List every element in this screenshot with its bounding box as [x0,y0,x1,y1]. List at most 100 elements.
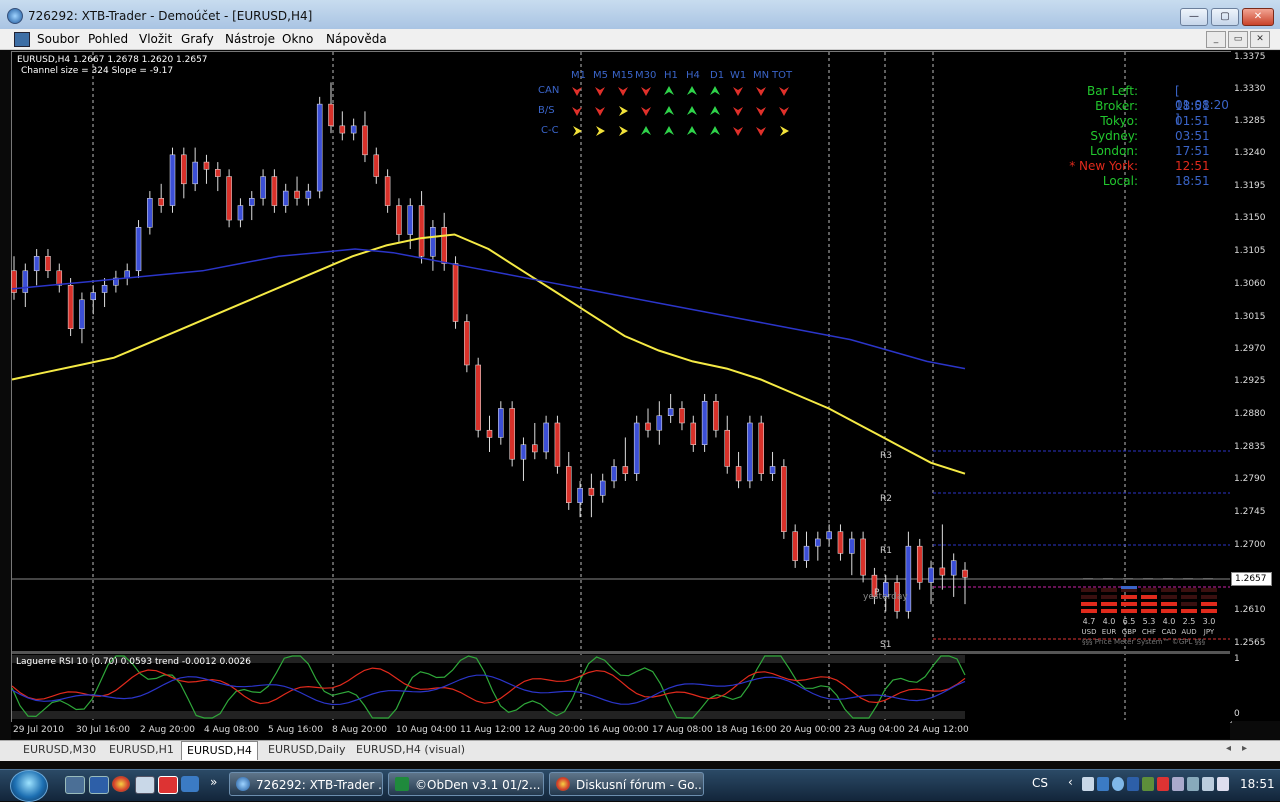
candle-body [701,400,708,445]
save-icon[interactable] [135,776,155,794]
candle-body [916,545,923,583]
clock-label-sydney: Sydney: [1090,129,1138,143]
candle-body [939,567,946,576]
time-tick: 4 Aug 08:00 [204,725,259,735]
meter-value-aud: 2.5 [1182,617,1196,626]
tray-icon-volume[interactable] [1217,777,1229,791]
candle-body [418,205,425,257]
price-tick: 1.2880 [1234,409,1266,419]
rsi-line-blue [11,674,966,706]
tray-icon-display[interactable] [1187,777,1199,791]
tf-header-h4: H4 [686,70,700,81]
tab-eurusd-m30[interactable]: EURUSD,M30 [18,743,101,758]
candle-body [611,466,617,482]
tf-arrow-flat-icon [619,106,628,116]
candle-body [815,538,821,547]
meter-bar [1161,609,1177,613]
taskbar-clock[interactable]: 18:51 [1240,777,1275,791]
explorer-icon[interactable] [89,776,109,794]
meter-bar [1141,588,1157,592]
tray-icon-network[interactable] [1097,777,1109,791]
candle-body [316,103,323,192]
tf-arrow-flat-icon [780,126,789,136]
show-desktop-icon[interactable] [65,776,85,794]
tab-eurusd-h1[interactable]: EURUSD,H1 [104,743,179,758]
price-tick: 1.3375 [1234,52,1266,62]
app-quicklaunch-icon[interactable] [158,776,178,794]
rsi-lower-band [12,711,965,719]
language-indicator[interactable]: CS [1032,776,1048,790]
price-tick: 1.2745 [1234,507,1266,517]
candle-body [622,466,629,474]
tray-icon-messenger[interactable] [1127,777,1139,791]
tf-arrow-flat-icon [573,126,582,136]
tf-arrow-down-icon [756,87,766,96]
ie-icon[interactable] [181,776,199,792]
candle-body [294,190,300,199]
quicklaunch-more[interactable]: » [210,775,217,789]
meter-bar [1201,588,1217,592]
tray-icon-save[interactable] [1082,777,1094,791]
tf-row-label-cc: C-C [541,125,559,136]
time-tick: 10 Aug 04:00 [396,725,457,735]
candle-body [203,161,210,170]
meter-value-chf: 5.3 [1142,617,1156,626]
current-price-label: 1.2657 [1231,572,1272,586]
time-tick: 8 Aug 20:00 [332,725,387,735]
tf-arrow-down-icon [595,107,605,116]
time-tick: 24 Aug 12:00 [908,725,969,735]
tf-arrow-up-icon [687,86,697,95]
tab-eurusd-h4-visual[interactable]: EURUSD,H4 (visual) [351,743,470,758]
tf-arrow-up-icon [710,86,720,95]
tf-arrow-down-icon [733,107,743,116]
clock-value-london: 17:51 [1175,144,1210,158]
clock-label-local: Local: [1102,174,1138,188]
tab-eurusd-daily[interactable]: EURUSD,Daily [263,743,350,758]
task-xtb-trader[interactable]: 726292: XTB-Trader ... [229,772,383,796]
meter-code-chf: CHF [1141,628,1157,636]
time-tick: 29 Jul 2010 [13,725,64,735]
tf-arrow-up-icon [710,106,720,115]
meter-highlight [1121,586,1137,589]
meter-bar [1181,595,1197,599]
meter-code-aud: AUD [1181,628,1197,636]
task-diskusni-forum-label: Diskusní fórum - Go... [576,778,704,792]
task-diskusni-forum[interactable]: Diskusní fórum - Go... [549,772,704,796]
candle-body [430,227,436,257]
clock-label-london: London: [1089,144,1138,158]
time-tick: 2 Aug 20:00 [140,725,195,735]
tf-arrow-down-icon [733,127,743,136]
tab-eurusd-h4[interactable]: EURUSD,H4 [181,741,258,760]
candle-body [260,176,266,199]
tray-expand-icon[interactable]: ‹ [1068,775,1073,789]
tray-icon-skype[interactable] [1112,777,1124,791]
tf-arrow-flat-icon [619,126,628,136]
tf-arrow-down-icon [779,107,789,116]
candle-body [950,560,957,576]
tray-icon-app[interactable] [1157,777,1169,791]
price-meter-footer: §§§ Price Meter System™ ©GPL §§§ [1082,638,1206,646]
chrome-icon[interactable] [112,776,130,792]
tabs-scroll-right-icon[interactable]: ▸ [1242,743,1247,754]
tf-header-h1: H1 [664,70,678,81]
pivot-yesterday: yesterday [863,592,908,602]
chrome-task-icon [556,777,570,791]
tray-icon-flag[interactable] [1172,777,1184,791]
candle-body [781,466,787,532]
candle-body [713,400,719,431]
tray-icon-network-status[interactable] [1202,777,1214,791]
tf-arrow-down-icon [641,107,651,116]
start-button[interactable] [10,770,48,802]
candle-body [407,205,413,235]
tf-arrow-flat-icon [596,126,605,136]
meter-top-tick [1163,578,1173,579]
task-obden[interactable]: ©ObDen v3.1 01/2... [388,772,544,796]
tabs-scroll-left-icon[interactable]: ◂ [1226,743,1231,754]
price-tick: 1.2835 [1234,442,1266,452]
tray-icon-security[interactable] [1142,777,1154,791]
tf-header-m5: M5 [593,70,608,81]
tf-arrow-up-icon [664,106,674,115]
meter-bar [1101,595,1117,599]
meter-bar [1121,609,1137,613]
meter-code-gbp: GBP [1121,628,1137,636]
